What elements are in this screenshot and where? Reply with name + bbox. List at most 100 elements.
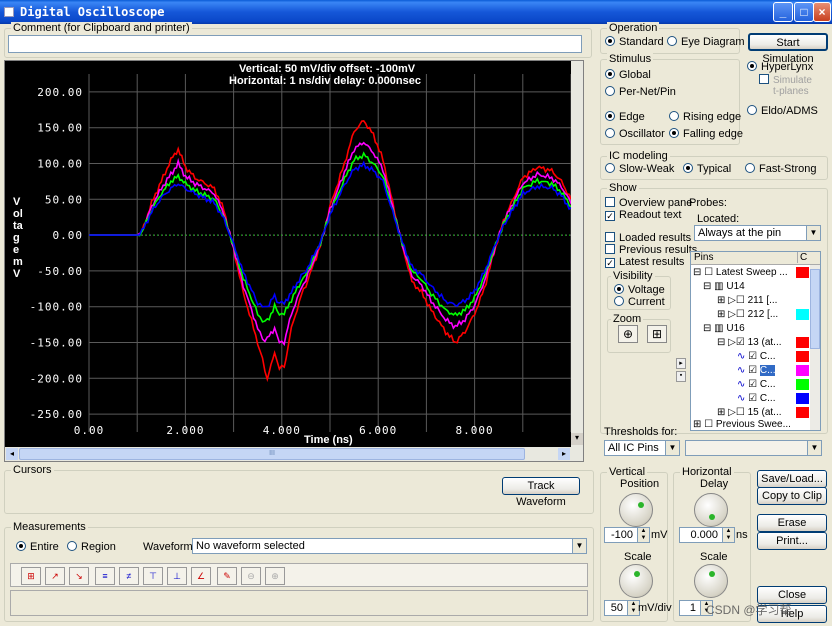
- horizontal-scale-knob[interactable]: [694, 564, 728, 598]
- waveform-select[interactable]: No waveform selected ▼: [192, 538, 587, 554]
- x-tick-label: 8.000: [456, 424, 494, 437]
- measure-marker-icon[interactable]: ✎: [217, 567, 237, 585]
- stimulus-edge-radio[interactable]: Edge: [605, 111, 645, 123]
- measure-delta-icon[interactable]: ≠: [119, 567, 139, 585]
- horizontal-delay-label: Delay: [700, 478, 729, 490]
- tree-row-u16[interactable]: ⊟ ▥ U16: [703, 323, 745, 337]
- tree-row-u14[interactable]: ⊟ ▥ U14: [703, 281, 745, 295]
- measure-entire-radio[interactable]: Entire: [16, 541, 59, 553]
- color-swatch[interactable]: [796, 267, 809, 278]
- measure-span-icon[interactable]: ⊤: [143, 567, 163, 585]
- print-button[interactable]: Print...: [757, 532, 827, 550]
- tree-row-c3[interactable]: ∿ ☑ C...: [737, 379, 775, 393]
- tree-row-c2[interactable]: ∿ ☑ C...: [737, 365, 776, 379]
- watermark: CSDN @学习帮: [706, 603, 792, 617]
- save-load-button[interactable]: Save/Load...: [757, 470, 827, 488]
- tree-row-latest-sweep[interactable]: ⊟ ☐ Latest Sweep ...: [693, 267, 788, 281]
- pins-scrollbar[interactable]: [810, 265, 820, 430]
- located-select[interactable]: Always at the pin ▼: [694, 225, 821, 241]
- operation-eye-radio[interactable]: Eye Diagram: [667, 36, 745, 48]
- color-swatch[interactable]: [796, 379, 809, 390]
- start-simulation-button[interactable]: Start Simulation: [748, 33, 828, 65]
- vertical-scrollbar[interactable]: ▾: [571, 61, 583, 447]
- scroll-down-icon[interactable]: ▾: [571, 433, 583, 445]
- pins-column-header: Pins: [694, 252, 714, 263]
- vertical-position-knob[interactable]: [619, 493, 653, 527]
- scope-display[interactable]: 200.00 150.00 100.00 50.00 0.00 -50.00 -100.00…: [5, 61, 571, 449]
- maximize-icon[interactable]: □: [794, 2, 814, 22]
- horizontal-scrollbar[interactable]: ◂ III ▸: [5, 447, 583, 461]
- color-swatch[interactable]: [796, 337, 809, 348]
- color-swatch[interactable]: [796, 407, 809, 418]
- scroll-thumb[interactable]: III: [19, 448, 525, 460]
- slow-weak-radio[interactable]: Slow-Weak: [605, 163, 674, 175]
- close-icon[interactable]: ×: [813, 2, 831, 22]
- latest-results-checkbox[interactable]: ✓ Latest results: [605, 256, 684, 268]
- loaded-results-checkbox[interactable]: Loaded results: [605, 232, 691, 244]
- measure-rise-icon[interactable]: ↗: [45, 567, 65, 585]
- vertical-scale-knob[interactable]: [619, 564, 653, 598]
- window-title: Digital Oscilloscope: [20, 5, 165, 19]
- horizontal-delay-spinner[interactable]: 0.000 ▲ ▼: [679, 527, 735, 543]
- stimulus-oscillator-radio[interactable]: Oscillator: [605, 128, 665, 140]
- color-swatch[interactable]: [796, 309, 809, 320]
- simulate-tplanes-checkbox[interactable]: Simulate: [759, 74, 812, 86]
- overview-pane-checkbox[interactable]: Overview pane: [605, 197, 692, 209]
- tree-row-c4[interactable]: ∿ ☑ C...: [737, 393, 775, 407]
- eldo-radio[interactable]: Eldo/ADMS: [747, 105, 818, 117]
- minimize-icon[interactable]: _: [773, 2, 793, 22]
- pins-table[interactable]: Pins C ⊟ ☐ Latest Sweep ... ⊟ ▥ U14 ⊞ ▷☐…: [690, 251, 821, 431]
- tree-row-212[interactable]: ⊞ ▷☐ 212 [...: [717, 309, 778, 323]
- horizontal-delay-knob[interactable]: [694, 493, 728, 527]
- stimulus-global-radio[interactable]: Global: [605, 69, 651, 81]
- track-waveform-button[interactable]: Track Waveform: [502, 477, 580, 508]
- vertical-scale-spinner[interactable]: 50 ▲ ▼: [604, 600, 640, 616]
- pins-scroll-thumb[interactable]: [810, 269, 820, 349]
- operation-label: Operation: [607, 22, 660, 34]
- horizontal-label: Horizontal: [680, 466, 734, 478]
- measure-period-icon[interactable]: ⊞: [21, 567, 41, 585]
- y-tick-label: 0.00: [53, 229, 84, 242]
- tree-row-211[interactable]: ⊞ ▷☐ 211 [...: [717, 295, 777, 309]
- erase-button[interactable]: Erase: [757, 514, 827, 532]
- ic-modeling-label: IC modeling: [607, 150, 670, 162]
- visibility-current-radio[interactable]: Current: [614, 296, 665, 308]
- measure-slope-icon[interactable]: ∠: [191, 567, 211, 585]
- tree-row-13[interactable]: ⊟ ▷☑ 13 (at...: [717, 337, 782, 351]
- comment-input[interactable]: [8, 35, 582, 53]
- color-swatch[interactable]: [796, 393, 809, 404]
- previous-results-checkbox[interactable]: Previous results: [605, 244, 697, 256]
- stimulus-per-net-radio[interactable]: Per-Net/Pin: [605, 86, 676, 98]
- color-swatch[interactable]: [796, 351, 809, 362]
- rising-edge-radio[interactable]: Rising edge: [669, 111, 741, 123]
- move-up-icon[interactable]: ▸: [676, 358, 686, 369]
- vertical-position-spinner[interactable]: -100 ▲ ▼: [604, 527, 650, 543]
- visibility-voltage-radio[interactable]: Voltage: [614, 284, 665, 296]
- scroll-right-icon[interactable]: ▸: [558, 448, 570, 460]
- zoom-in-icon[interactable]: ⊕: [618, 325, 638, 343]
- measure-width-icon[interactable]: ⊥: [167, 567, 187, 585]
- measure-level-icon[interactable]: ≡: [95, 567, 115, 585]
- scroll-left-icon[interactable]: ◂: [6, 448, 18, 460]
- comment-label: Comment (for Clipboard and printer): [11, 22, 192, 34]
- thresholds-select[interactable]: All IC Pins ▼: [604, 440, 680, 456]
- y-tick-label: -250.00: [30, 408, 83, 421]
- zoom-fit-icon[interactable]: ⊞: [647, 325, 667, 343]
- readout-text-checkbox[interactable]: ✓ Readout text: [605, 209, 681, 221]
- tree-row-c1[interactable]: ∿ ☑ C...: [737, 351, 775, 365]
- fast-strong-radio[interactable]: Fast-Strong: [745, 163, 816, 175]
- operation-standard-radio[interactable]: Standard: [605, 36, 664, 48]
- vertical-label: Vertical: [607, 466, 648, 478]
- typical-radio[interactable]: Typical: [683, 163, 731, 175]
- tree-row-previous-sweep[interactable]: ⊞ ☐ Previous Swee...: [693, 419, 791, 430]
- copy-to-clip-button[interactable]: Copy to Clip: [757, 487, 827, 505]
- measure-region-radio[interactable]: Region: [67, 541, 116, 553]
- hyperlynx-radio[interactable]: HyperLynx: [747, 61, 813, 73]
- falling-edge-radio[interactable]: Falling edge: [669, 128, 743, 140]
- stimulus-label: Stimulus: [607, 53, 654, 65]
- cursors-label: Cursors: [11, 464, 54, 476]
- move-down-icon[interactable]: ▪: [676, 371, 686, 382]
- color-swatch[interactable]: [796, 365, 809, 376]
- measure-fall-icon[interactable]: ↘: [69, 567, 89, 585]
- thresholds-secondary-select[interactable]: ▼: [685, 440, 822, 456]
